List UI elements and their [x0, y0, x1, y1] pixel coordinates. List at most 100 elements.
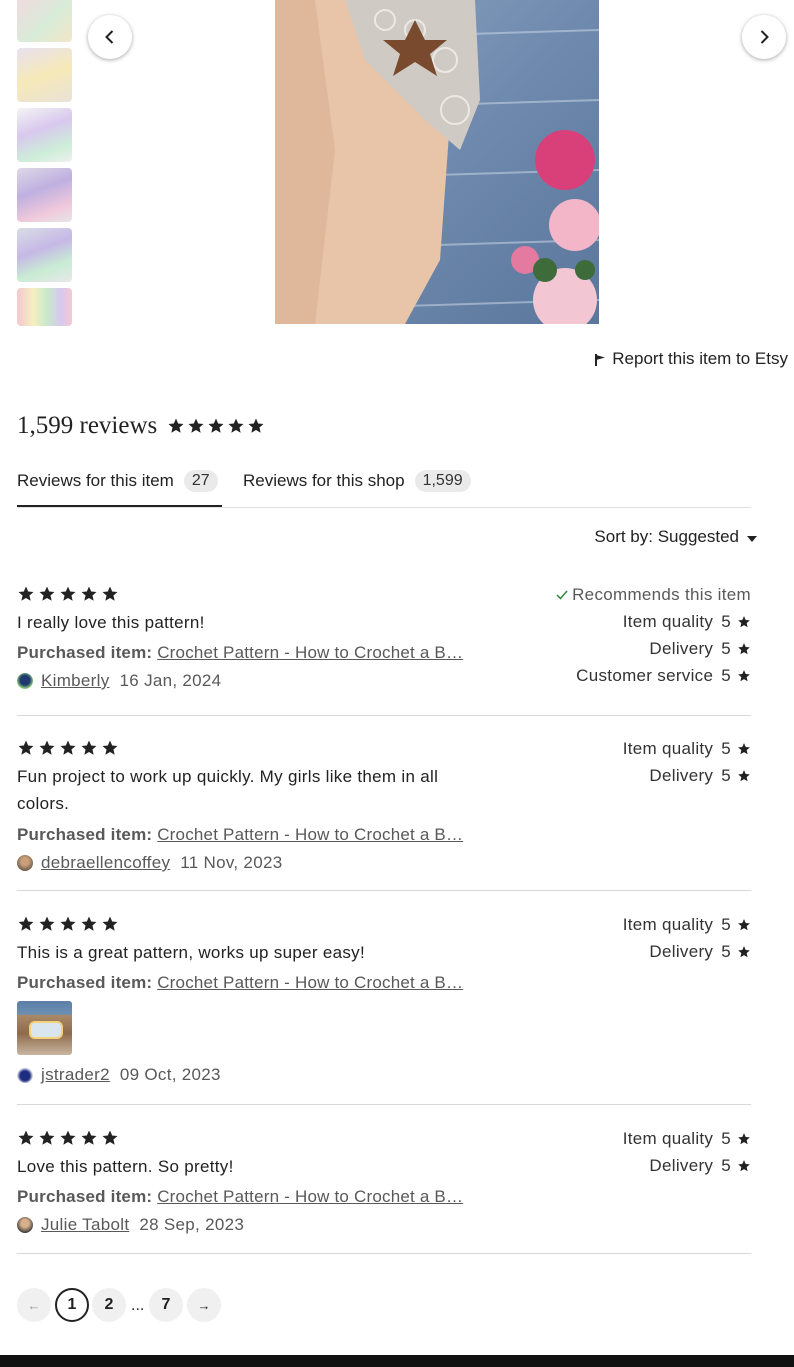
reviewer-info: Kimberly 16 Jan, 2024 — [17, 671, 221, 691]
review-date: 28 Sep, 2023 — [139, 1215, 245, 1234]
reviews-heading: 1,599 reviews — [17, 412, 265, 440]
next-page-button[interactable]: → — [187, 1288, 221, 1322]
rating-label: Delivery — [649, 638, 714, 658]
gallery-thumbnail[interactable] — [17, 0, 72, 42]
rating-value: 5 — [721, 941, 731, 961]
rating-value: 5 — [721, 1155, 731, 1175]
gallery-thumbnail[interactable] — [17, 48, 72, 102]
reviewer-name-link[interactable]: Julie Tabolt — [41, 1215, 129, 1235]
star-icon — [228, 418, 244, 433]
reviewer-name-link[interactable]: jstrader2 — [41, 1065, 110, 1085]
rating-value: 5 — [721, 665, 731, 685]
page-number: 1 — [67, 1296, 77, 1313]
rating-label: Delivery — [649, 1155, 714, 1175]
prev-page-button[interactable]: ← — [17, 1288, 51, 1322]
gallery-thumbnail[interactable] — [17, 288, 72, 326]
reviewer-name-link[interactable]: Kimberly — [41, 671, 110, 691]
purchased-item-prefix: Purchased item: — [17, 825, 153, 844]
rating-value: 5 — [721, 1128, 731, 1148]
bottom-bar — [0, 1355, 794, 1367]
rating-label: Delivery — [649, 765, 714, 785]
purchased-item: Purchased item: Crochet Pattern - How to… — [17, 643, 463, 663]
star-icon — [81, 586, 97, 601]
star-icon — [168, 418, 184, 433]
purchased-item-link[interactable]: Crochet Pattern - How to Crochet a B… — [157, 973, 463, 992]
check-icon — [556, 590, 568, 600]
avatar — [17, 855, 33, 871]
review-text: Fun project to work up quickly. My girls… — [17, 767, 439, 813]
recommends-label: Recommends this item — [572, 584, 751, 604]
rating-row: Item quality 5 — [623, 911, 751, 938]
rating-value: 5 — [721, 738, 731, 758]
review-text: I really love this pattern! — [17, 613, 205, 632]
prev-image-button[interactable] — [88, 15, 132, 59]
report-item-label: Report this item to Etsy — [612, 349, 788, 368]
rating-row: Customer service 5 — [556, 662, 751, 689]
reviews-tabs: Reviews for this item 27 Reviews for thi… — [17, 466, 751, 508]
star-icon — [39, 740, 55, 755]
tab-reviews-item[interactable]: Reviews for this item 27 — [17, 466, 218, 496]
sort-dropdown[interactable]: Sort by: Suggested — [594, 527, 757, 547]
star-icon — [248, 418, 264, 433]
review-ratings: Recommends this item Item quality 5 Deli… — [556, 581, 751, 689]
tab-reviews-shop[interactable]: Reviews for this shop 1,599 — [243, 466, 471, 496]
next-image-button[interactable] — [742, 15, 786, 59]
tab-count-badge: 27 — [183, 470, 218, 492]
pagination-ellipsis: ... — [131, 1297, 145, 1314]
star-icon — [208, 418, 224, 433]
rating-row: Delivery 5 — [556, 635, 751, 662]
tab-label: Reviews for this shop — [243, 471, 405, 490]
review-divider — [17, 715, 751, 716]
star-icon — [60, 740, 76, 755]
star-icon — [738, 642, 750, 654]
review-date: 11 Nov, 2023 — [180, 853, 283, 872]
star-icon — [738, 769, 750, 781]
review-photo[interactable] — [17, 1001, 72, 1055]
active-tab-indicator — [17, 505, 222, 507]
review-date: 16 Jan, 2024 — [119, 671, 222, 690]
purchased-item-link[interactable]: Crochet Pattern - How to Crochet a B… — [157, 825, 463, 844]
rating-value: 5 — [721, 914, 731, 934]
star-icon — [188, 418, 204, 433]
rating-value: 5 — [721, 765, 731, 785]
purchased-item-link[interactable]: Crochet Pattern - How to Crochet a B… — [157, 643, 463, 662]
rating-label: Item quality — [622, 1128, 714, 1148]
star-icon — [39, 1130, 55, 1145]
star-icon — [18, 1130, 34, 1145]
reviewer-name-link[interactable]: debraellencoffey — [41, 853, 170, 873]
purchased-item: Purchased item: Crochet Pattern - How to… — [17, 1187, 463, 1207]
gallery-thumbnail[interactable] — [17, 108, 72, 162]
avatar — [17, 673, 33, 689]
avatar — [17, 1067, 33, 1083]
star-icon — [738, 1159, 750, 1171]
reviewer-info: debraellencoffey 11 Nov, 2023 — [17, 853, 282, 873]
reviewer-info: Julie Tabolt 28 Sep, 2023 — [17, 1215, 244, 1235]
review-divider — [17, 1253, 751, 1254]
rating-value: 5 — [721, 611, 731, 631]
purchased-item-prefix: Purchased item: — [17, 1187, 153, 1206]
page-button[interactable]: 2 — [92, 1288, 126, 1322]
report-item-link[interactable]: Report this item to Etsy — [594, 349, 788, 369]
rating-row: Delivery 5 — [623, 762, 751, 789]
page-button-current[interactable]: 1 — [55, 1288, 89, 1322]
rating-label: Item quality — [622, 738, 714, 758]
gallery-thumbnail[interactable] — [17, 228, 72, 282]
chevron-right-icon — [760, 30, 769, 44]
page-button[interactable]: 7 — [149, 1288, 183, 1322]
page-number: 7 — [161, 1296, 171, 1313]
arrow-right-icon: → — [197, 1297, 211, 1313]
flag-icon — [595, 353, 606, 366]
review-text: This is a great pattern, works up super … — [17, 943, 365, 962]
star-icon — [39, 916, 55, 931]
star-icon — [60, 586, 76, 601]
gallery-thumbnail[interactable] — [17, 168, 72, 222]
star-icon — [18, 916, 34, 931]
star-icon — [738, 918, 750, 930]
review-text: Love this pattern. So pretty! — [17, 1157, 234, 1176]
star-icon — [18, 740, 34, 755]
recommends-row: Recommends this item — [556, 581, 751, 608]
purchased-item-link[interactable]: Crochet Pattern - How to Crochet a B… — [157, 1187, 463, 1206]
rating-row: Item quality 5 — [623, 1125, 751, 1152]
star-icon — [738, 615, 750, 627]
rating-row: Delivery 5 — [623, 1152, 751, 1179]
